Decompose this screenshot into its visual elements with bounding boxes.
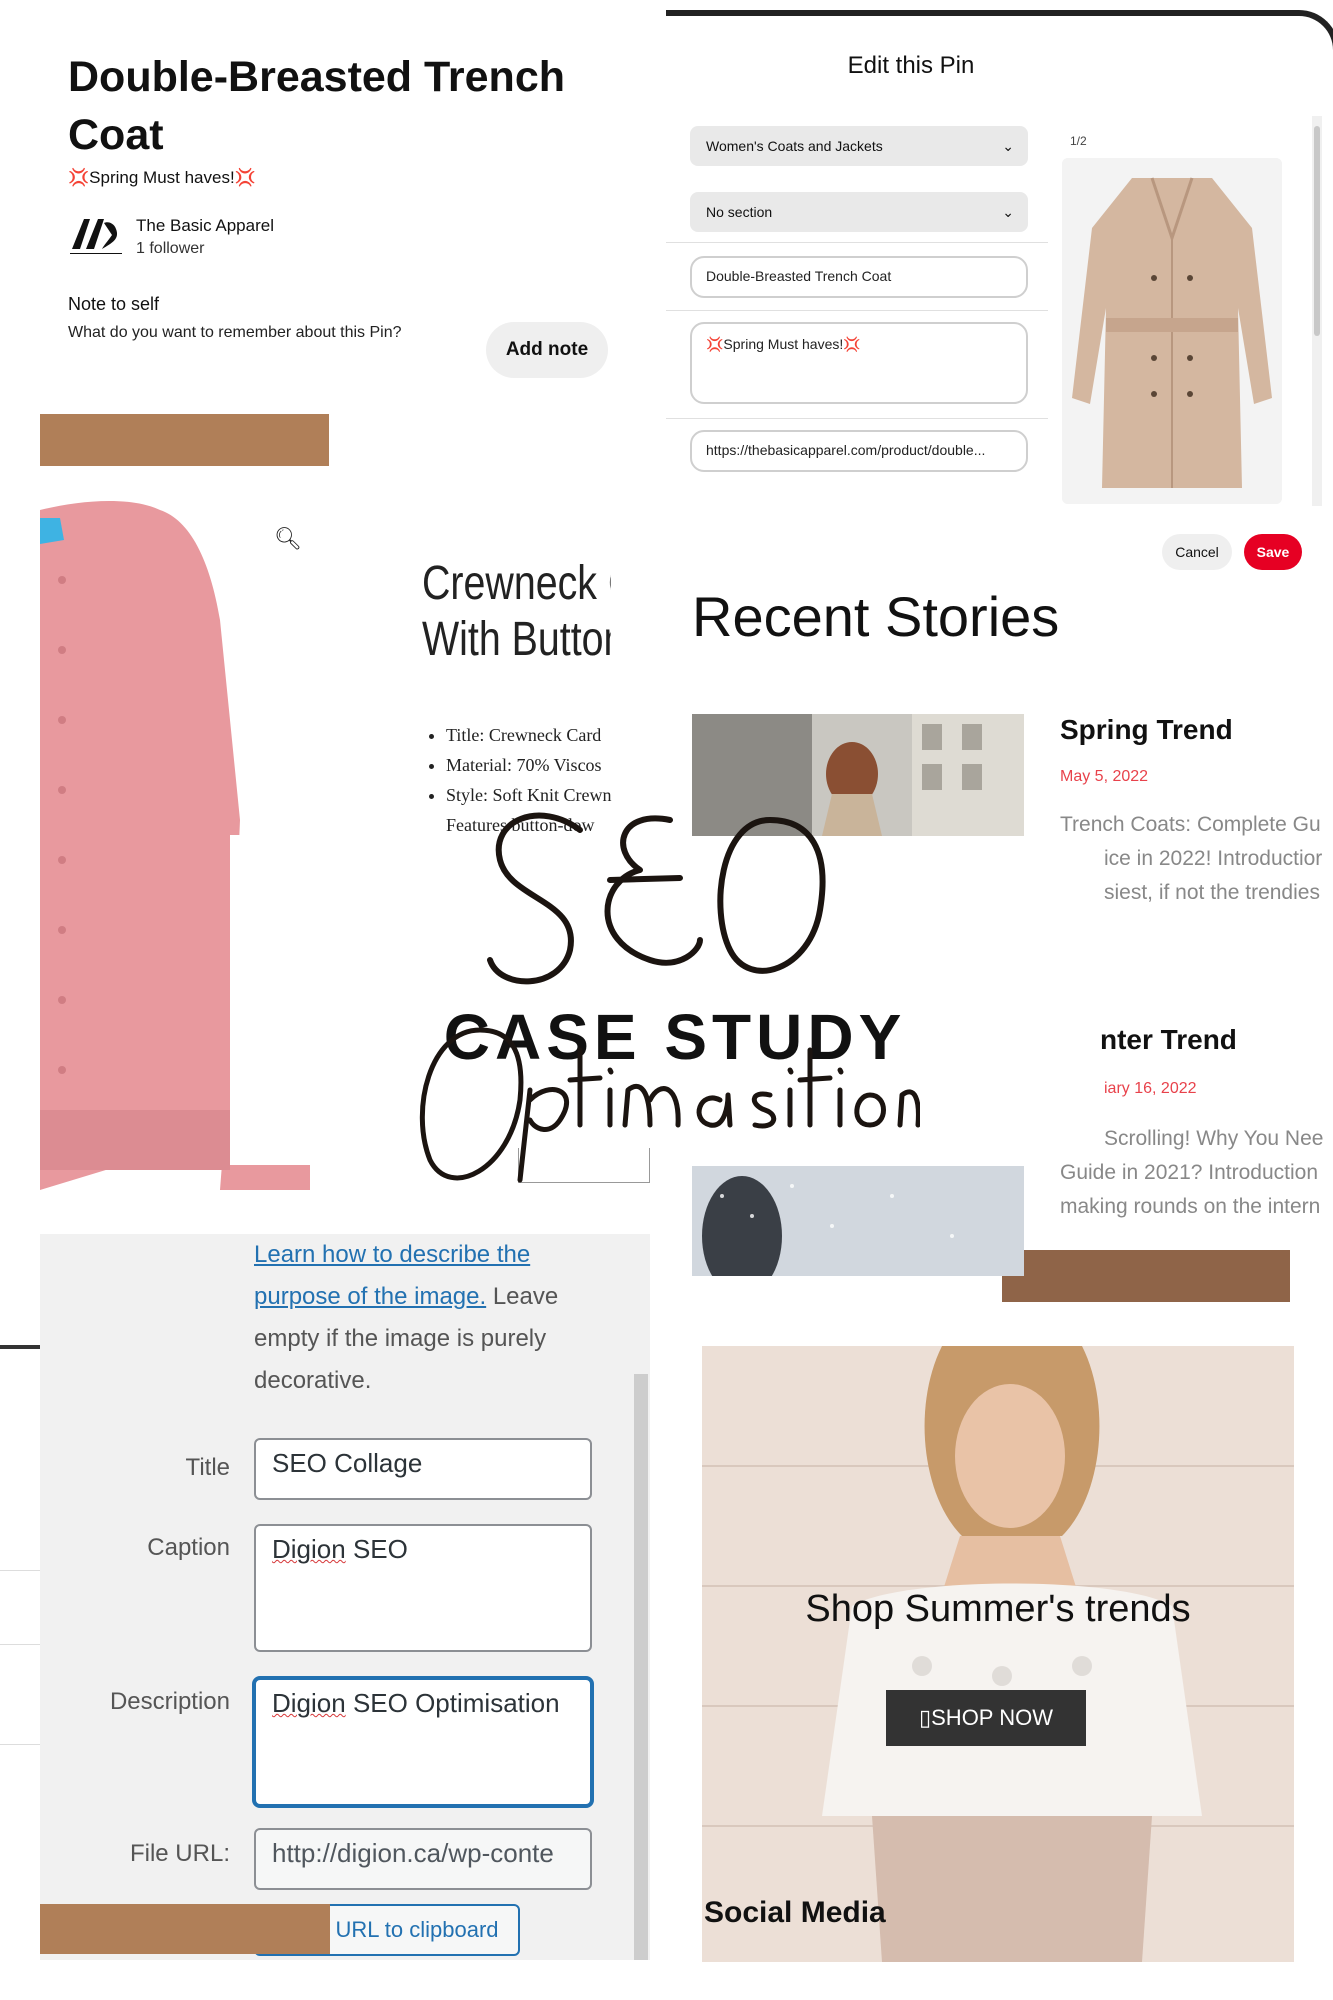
file-url-field[interactable]: http://digion.ca/wp-conte <box>254 1828 592 1890</box>
board-value: Women's Coats and Jackets <box>706 138 883 154</box>
divider <box>0 1644 40 1645</box>
add-note-button[interactable]: Add note <box>486 322 608 378</box>
section-value: No section <box>706 204 773 220</box>
pin-image-preview <box>1062 158 1282 504</box>
dialog-scrollbar[interactable] <box>1312 116 1322 506</box>
image-counter: 1/2 <box>1070 134 1087 148</box>
dialog-title: Edit this Pin <box>847 52 975 79</box>
note-question: What do you want to remember about this … <box>68 324 402 341</box>
social-media-caption: Social Media <box>704 1896 886 1929</box>
title-field[interactable]: SEO Collage <box>254 1438 592 1500</box>
follower-count: 1 follower <box>136 240 205 257</box>
story-date: May 5, 2022 <box>1060 768 1149 785</box>
attachment-details-panel: Learn how to describe the purpose of the… <box>40 1234 650 1960</box>
accent-bar <box>40 414 329 466</box>
description-word: Digion <box>272 1688 346 1718</box>
white-overlay <box>230 835 420 1165</box>
description-word: SEO Optimisation <box>345 1688 560 1718</box>
describe-image-link[interactable]: Learn how to describe the purpose of the… <box>254 1241 530 1310</box>
section-heading: Recent Stories <box>692 585 1060 648</box>
story-title[interactable]: nter Trend <box>1100 1024 1237 1056</box>
pin-link-field[interactable]: https://thebasicapparel.com/product/doub… <box>690 430 1028 472</box>
scrollbar-thumb[interactable] <box>1314 126 1320 336</box>
story-excerpt: ice in 2022! Introductior <box>1104 847 1323 870</box>
story-excerpt: Scrolling! Why You Nee <box>1104 1127 1324 1150</box>
note-label: Note to self <box>68 294 160 314</box>
trench-coat-image <box>1062 158 1282 504</box>
product-title-line: With Button <box>422 613 611 666</box>
pin-description-field[interactable]: 💢Spring Must haves!💢 <box>690 322 1028 404</box>
pin-title: Double-Breasted Trench Coat <box>68 53 565 159</box>
description-label: Description <box>109 1688 230 1715</box>
shop-now-button[interactable]: ▯SHOP NOW <box>886 1690 1086 1746</box>
board-dropdown[interactable]: Women's Coats and Jackets ⌄ <box>690 126 1028 166</box>
story-date: iary 16, 2022 <box>1104 1080 1197 1097</box>
product-title-line: Crewneck C <box>422 557 611 610</box>
magnifier-icon[interactable]: 🔍︎ <box>274 526 302 552</box>
divider <box>666 242 1048 243</box>
accent-bar <box>1002 1250 1290 1302</box>
summer-banner: Shop Summer's trends ▯SHOP NOW Social Me… <box>702 1346 1294 1962</box>
chevron-down-icon: ⌄ <box>1002 138 1014 154</box>
divider <box>666 310 1048 311</box>
caption-label: Caption <box>147 1534 230 1561</box>
caption-word: Digion <box>272 1534 346 1564</box>
list-item: Material: 70% Viscos <box>446 750 676 780</box>
accent-bar <box>40 1904 330 1954</box>
brand-logo <box>70 219 122 254</box>
seo-script-lettering <box>487 812 826 985</box>
panel-scrollbar[interactable] <box>634 1374 648 1960</box>
edit-pin-dialog: Edit this Pin Women's Coats and Jackets … <box>666 10 1333 596</box>
alt-text-help: Learn how to describe the purpose of the… <box>254 1234 594 1402</box>
pin-title-field[interactable]: Double-Breasted Trench Coat <box>690 256 1028 298</box>
banner-headline: Shop Summer's trends <box>805 1588 1191 1630</box>
copy-url-label: URL to clipboard <box>335 1917 499 1942</box>
cancel-button[interactable]: Cancel <box>1162 534 1232 570</box>
brand-name[interactable]: The Basic Apparel <box>136 216 274 236</box>
chevron-down-icon: ⌄ <box>1002 204 1014 220</box>
caption-field[interactable]: Digion SEO <box>254 1524 592 1652</box>
section-dropdown[interactable]: No section ⌄ <box>690 192 1028 232</box>
save-button[interactable]: Save <box>1244 534 1302 570</box>
pin-description: 💢Spring Must haves!💢 <box>68 168 256 187</box>
optimisation-script-lettering <box>419 1027 920 1183</box>
caption-word: SEO <box>345 1534 408 1564</box>
story-title[interactable]: Spring Trend <box>1060 714 1233 746</box>
story-excerpt: making rounds on the intern <box>1060 1195 1321 1218</box>
story-excerpt: Trench Coats: Complete Gu <box>1060 813 1321 836</box>
divider <box>0 1570 40 1571</box>
file-url-label: File URL: <box>129 1840 230 1867</box>
divider <box>0 1345 40 1349</box>
divider <box>0 1744 40 1745</box>
story-excerpt: Guide in 2021? Introduction <box>1060 1161 1319 1184</box>
product-title: Crewneck C With Button <box>422 556 611 668</box>
description-field[interactable]: Digion SEO Optimisation <box>254 1678 592 1806</box>
list-item: Title: Crewneck Card <box>446 720 676 750</box>
model-photo <box>702 1346 1294 1962</box>
story-excerpt: siest, if not the trendies <box>1104 881 1320 904</box>
divider <box>666 418 1048 419</box>
title-label: Title <box>185 1454 230 1481</box>
